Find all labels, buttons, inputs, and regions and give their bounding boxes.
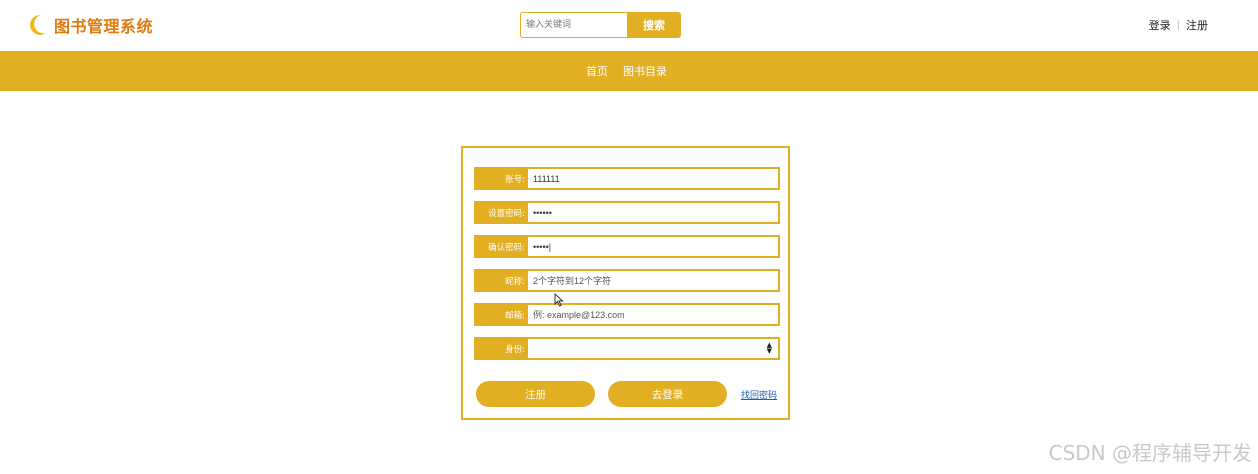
- confirm-password-label: 确认密码:: [474, 235, 528, 258]
- nickname-label: 昵称:: [474, 269, 528, 292]
- go-login-button[interactable]: 去登录: [608, 381, 727, 407]
- email-input[interactable]: [528, 303, 780, 326]
- mouse-cursor-icon: [554, 292, 564, 311]
- nickname-row: 昵称:: [474, 269, 780, 292]
- confirm-password-row: 确认密码:: [474, 235, 780, 258]
- watermark: CSDN @程序辅导开发: [1048, 441, 1252, 465]
- login-link[interactable]: 登录: [1149, 17, 1171, 33]
- email-row: 邮箱:: [474, 303, 780, 326]
- role-row: 身份: ▲ ▼: [474, 337, 780, 360]
- register-link[interactable]: 注册: [1186, 17, 1208, 33]
- search-bar: 搜索: [520, 12, 681, 38]
- role-label: 身份:: [474, 337, 528, 360]
- divider: |: [1176, 19, 1180, 31]
- logo[interactable]: 图书管理系统: [28, 13, 153, 37]
- role-select[interactable]: [528, 337, 780, 360]
- account-input[interactable]: [528, 167, 780, 190]
- account-label: 账号:: [474, 167, 528, 190]
- site-title: 图书管理系统: [54, 17, 154, 36]
- confirm-password-input[interactable]: [528, 235, 780, 258]
- nav-item-catalog[interactable]: 图书目录: [623, 63, 667, 79]
- search-button[interactable]: 搜索: [627, 12, 681, 38]
- email-label: 邮箱:: [474, 303, 528, 326]
- nickname-input[interactable]: [528, 269, 780, 292]
- register-button[interactable]: 注册: [476, 381, 595, 407]
- main-nav: 首页 图书目录: [0, 51, 1258, 91]
- account-row: 账号:: [474, 167, 780, 190]
- register-form: 账号: 设置密码: 确认密码: 昵称: 邮箱: 身份: ▲▼ 注册 去登录 找回…: [461, 146, 790, 420]
- recover-password-link[interactable]: 找回密码: [741, 388, 777, 401]
- password-input[interactable]: [528, 201, 780, 224]
- search-input[interactable]: [520, 12, 627, 38]
- auth-links: 登录 | 注册: [1149, 17, 1208, 33]
- nav-item-home[interactable]: 首页: [586, 63, 608, 79]
- password-row: 设置密码:: [474, 201, 780, 224]
- password-label: 设置密码:: [474, 201, 528, 224]
- moon-icon: [28, 14, 48, 36]
